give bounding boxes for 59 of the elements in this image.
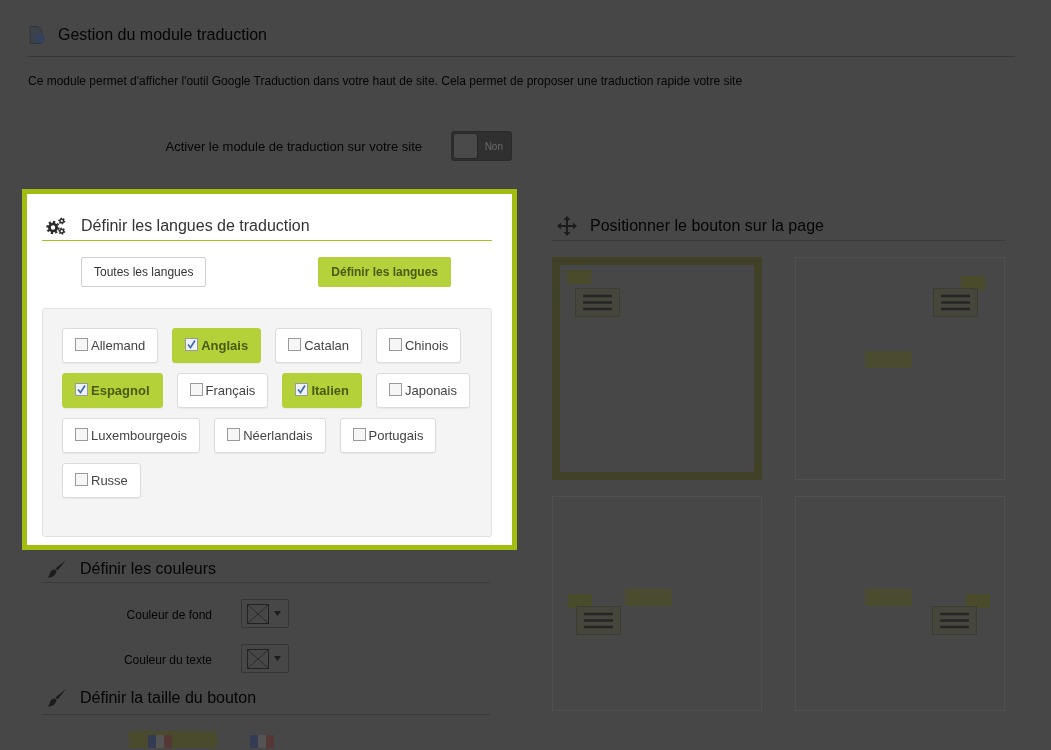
checkbox[interactable] — [295, 382, 309, 396]
checkbox[interactable] — [189, 382, 203, 396]
language-option[interactable]: Chinois — [376, 328, 462, 363]
tag-icon — [568, 594, 592, 608]
checkbox[interactable] — [75, 382, 88, 396]
language-option[interactable]: Luxembourgeois — [62, 418, 201, 453]
caret-icon — [274, 656, 281, 661]
tag-icon — [567, 270, 591, 284]
language-option[interactable]: Japonais — [375, 373, 470, 408]
preview-bar — [625, 589, 672, 606]
checkbox[interactable] — [352, 427, 366, 441]
section-title: Définir les couleurs — [80, 560, 217, 578]
checkbox[interactable] — [185, 337, 199, 351]
brush-icon — [47, 559, 67, 579]
gears-icon — [46, 217, 66, 235]
brush-icon — [47, 688, 67, 708]
size-option[interactable] — [129, 731, 217, 748]
toggle-label: Activer le module de traduction sur votre site — [165, 139, 422, 154]
language-option[interactable]: Allemand — [62, 328, 159, 363]
color-picker[interactable] — [241, 644, 289, 673]
menu-icon — [576, 606, 621, 635]
module-description: Ce module permet d'afficher l'outil Google Traduction dans votre haut de site. Cela permet de proposer une traduction rapide votre site — [28, 74, 743, 88]
checkbox[interactable] — [388, 382, 402, 396]
menu-icon — [932, 606, 977, 635]
checkbox[interactable] — [389, 337, 402, 351]
mode-button[interactable]: Toutes les langues — [81, 257, 207, 287]
page-title: Gestion du module traduction — [58, 26, 267, 44]
menu-icon — [575, 288, 620, 317]
language-option[interactable]: Anglais — [172, 328, 262, 363]
language-option[interactable]: Français — [176, 373, 269, 408]
flag-icon — [250, 735, 274, 748]
mode-button[interactable]: Définir les langues — [318, 257, 451, 287]
language-option[interactable]: Catalan — [275, 328, 362, 363]
field-label: Couleur du texte — [123, 652, 212, 667]
color-picker[interactable] — [241, 599, 289, 628]
section-title: Définir la taille du bouton — [80, 689, 257, 707]
tag-icon — [966, 594, 990, 608]
language-option[interactable]: Néerlandais — [214, 418, 326, 453]
no-color-icon — [247, 603, 269, 624]
preview-bar — [865, 589, 912, 606]
document-icon — [28, 26, 46, 44]
checkbox[interactable] — [75, 337, 88, 351]
language-option[interactable]: Espagnol — [62, 373, 163, 408]
checkbox[interactable] — [75, 472, 88, 486]
language-option[interactable]: Portugais — [339, 418, 437, 453]
language-option[interactable]: Russe — [62, 463, 141, 498]
menu-icon — [933, 288, 978, 317]
caret-icon — [274, 611, 281, 616]
flag-icon — [148, 735, 172, 748]
move-icon — [557, 216, 577, 236]
section-title: Définir les langues de traduction — [81, 217, 310, 235]
language-option[interactable]: Italien — [282, 373, 362, 408]
checkbox[interactable] — [227, 427, 241, 441]
checkbox[interactable] — [75, 427, 88, 441]
no-color-icon — [247, 648, 269, 669]
section-title: Positionner le bouton sur la page — [590, 217, 824, 235]
field-label: Couleur de fond — [126, 607, 212, 622]
preview-bar — [865, 351, 912, 368]
checkbox[interactable] — [288, 337, 302, 351]
